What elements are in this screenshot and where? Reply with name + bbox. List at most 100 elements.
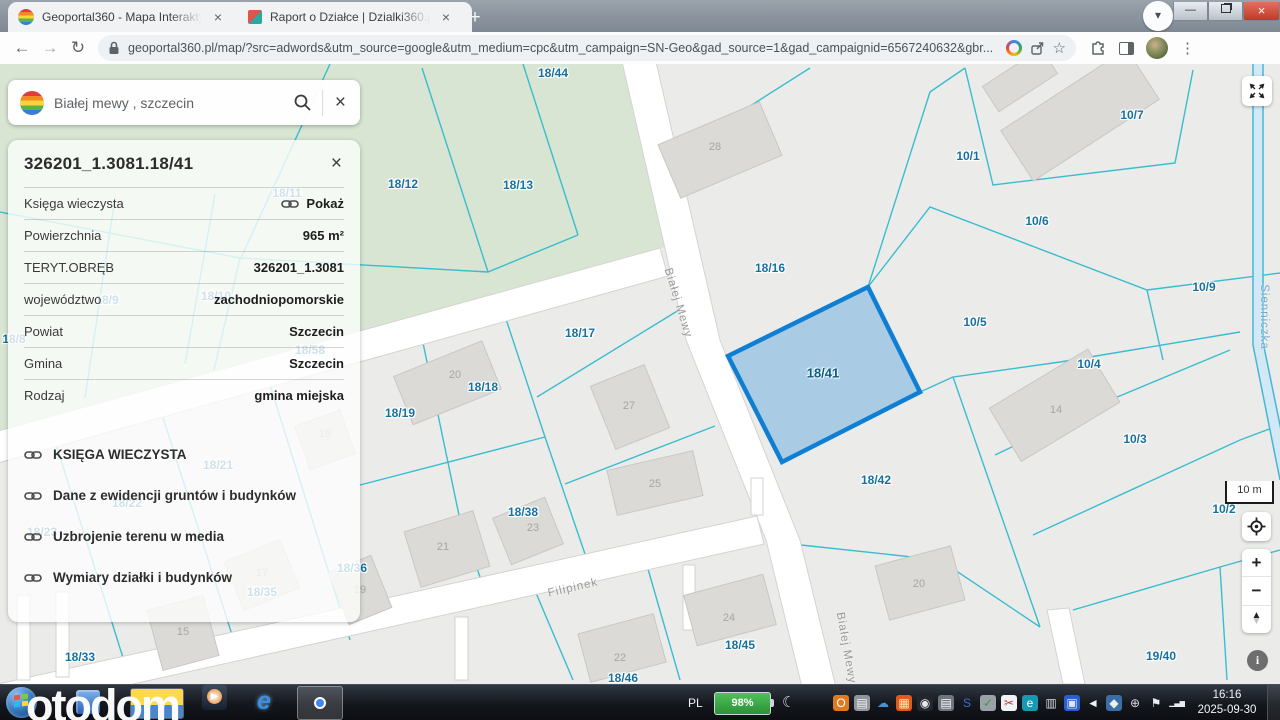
windows-taskbar: e otodom PL 98% ☾ O ▤ ☁ ▦ ◉ ▤ S ✓ ✂ e ▥ ▣ ◄ ◆ ⊕ ⚑ ▁▃▅ 16… bbox=[0, 680, 1280, 720]
row-value-text: zachodniopomorskie bbox=[213, 292, 344, 307]
skype-tray-icon[interactable]: S bbox=[959, 695, 975, 711]
panel-link[interactable]: Uzbrojenie terenu w media bbox=[24, 529, 344, 544]
link-icon bbox=[24, 532, 42, 541]
tab-close-icon[interactable]: × bbox=[210, 9, 226, 25]
tab-raport[interactable]: Raport o Działce | Dzialki360.pl × bbox=[238, 2, 472, 32]
tilt-toggle-button[interactable]: ▲ ▼ bbox=[1242, 604, 1271, 633]
tab-title: Geoportal360 - Mapa Interaktyw bbox=[42, 10, 202, 24]
info-row: województwo zachodniopomorskie bbox=[24, 283, 344, 315]
forward-button[interactable]: → bbox=[36, 38, 64, 58]
profile-avatar[interactable] bbox=[1146, 37, 1168, 59]
back-button[interactable]: ← bbox=[8, 38, 36, 58]
clipboard-tray-icon[interactable]: ▥ bbox=[1043, 695, 1059, 711]
google-icon[interactable] bbox=[1005, 40, 1022, 56]
share-icon[interactable] bbox=[1030, 41, 1045, 56]
security-shield-icon[interactable]: ◆ bbox=[1106, 695, 1122, 711]
show-desktop-button[interactable] bbox=[1267, 685, 1280, 720]
extensions-puzzle-icon[interactable] bbox=[1090, 40, 1107, 57]
tab-geoportal[interactable]: Geoportal360 - Mapa Interaktyw × bbox=[8, 2, 252, 32]
bookmark-star-icon[interactable]: ☆ bbox=[1053, 39, 1066, 57]
panel-link[interactable]: Wymiary działki i budynków bbox=[24, 570, 344, 585]
parcel-id-title: 326201_1.3081.18/41 bbox=[24, 153, 194, 173]
internet-explorer-icon[interactable]: e bbox=[257, 687, 271, 716]
search-query-text[interactable]: Białej mewy , szczecin bbox=[54, 95, 283, 111]
address-bar[interactable]: geoportal360.pl/map/?src=adwords&utm_sou… bbox=[98, 35, 1076, 61]
info-row: Gmina Szczecin bbox=[24, 347, 344, 379]
usb-eject-tray-icon[interactable]: ✓ bbox=[980, 695, 996, 711]
media-player-icon[interactable] bbox=[202, 685, 227, 710]
restore-button[interactable] bbox=[1208, 2, 1243, 21]
parcel-info-panel: 326201_1.3081.18/41 × Księga wieczysta P… bbox=[8, 140, 360, 622]
row-value[interactable]: 326201_1.3081 bbox=[254, 260, 344, 275]
panel-link[interactable]: Dane z ewidencji gruntów i budynków bbox=[24, 488, 344, 503]
row-value[interactable]: 965 m² bbox=[303, 228, 344, 243]
new-tab-button[interactable]: + bbox=[462, 5, 488, 31]
clock-time: 16:16 bbox=[1212, 689, 1242, 701]
menu-kebab-icon[interactable]: ⋮ bbox=[1180, 39, 1195, 57]
row-label: Powierzchnia bbox=[24, 228, 102, 243]
panel-link[interactable]: KSIĘGA WIECZYSTA bbox=[24, 447, 344, 462]
mail-alert-tray-icon[interactable]: O bbox=[833, 695, 849, 711]
panel-link-label: Uzbrojenie terenu w media bbox=[53, 529, 225, 544]
panel-link-label: KSIĘGA WIECZYSTA bbox=[53, 447, 187, 462]
side-panel-icon[interactable] bbox=[1119, 41, 1134, 55]
print-queue-tray-icon[interactable]: ▤ bbox=[938, 695, 954, 711]
row-label: Rodzaj bbox=[24, 388, 65, 403]
e-app-tray-icon[interactable]: e bbox=[1022, 695, 1038, 711]
row-label: Gmina bbox=[24, 356, 63, 371]
link-icon bbox=[24, 491, 42, 500]
action-center-flag-icon[interactable]: ⚑ bbox=[1148, 695, 1164, 711]
geoportal-favicon bbox=[18, 9, 34, 25]
snipping-tray-icon[interactable]: ✂ bbox=[1001, 695, 1017, 711]
map-info-button[interactable]: i bbox=[1247, 650, 1268, 671]
link-icon bbox=[24, 573, 42, 582]
chrome-taskbar-button-active[interactable] bbox=[297, 686, 343, 720]
network-globe-icon[interactable]: ⊕ bbox=[1127, 695, 1143, 711]
language-indicator[interactable]: PL bbox=[688, 685, 703, 720]
fullscreen-icon bbox=[1249, 83, 1265, 99]
clock-date: 2025-09-30 bbox=[1197, 704, 1257, 716]
printer-tray-icon[interactable]: ▤ bbox=[854, 695, 870, 711]
cloud-error-tray-icon[interactable]: ☁ bbox=[875, 695, 891, 711]
panel-link-label: Dane z ewidencji gruntów i budynków bbox=[53, 488, 297, 503]
row-value[interactable]: Szczecin bbox=[289, 356, 344, 371]
window-controls: — × bbox=[1173, 2, 1280, 21]
url-text: geoportal360.pl/map/?src=adwords&utm_sou… bbox=[128, 41, 994, 55]
blue-app-tray-icon[interactable]: ▣ bbox=[1064, 695, 1080, 711]
row-label: województwo bbox=[24, 292, 102, 307]
row-value[interactable]: zachodniopomorskie bbox=[214, 292, 344, 307]
start-flag-icon bbox=[14, 694, 20, 701]
row-value-text: Pokaż bbox=[306, 196, 344, 211]
restore-icon bbox=[1220, 4, 1231, 13]
close-window-button[interactable]: × bbox=[1243, 2, 1280, 21]
info-row: Powierzchnia 965 m² bbox=[24, 219, 344, 251]
browser-toolbar: ← → ↻ geoportal360.pl/map/?src=adwords&u… bbox=[0, 32, 1280, 65]
otodom-watermark: otodom bbox=[26, 680, 181, 720]
row-value-text: Szczecin bbox=[289, 356, 344, 371]
fullscreen-button[interactable] bbox=[1242, 76, 1272, 106]
close-panel-icon[interactable]: × bbox=[329, 153, 344, 175]
battery-indicator[interactable]: 98% bbox=[714, 692, 774, 715]
search-icon[interactable] bbox=[293, 93, 312, 112]
reload-button[interactable]: ↻ bbox=[64, 38, 92, 58]
tab-search-button[interactable]: ▾ bbox=[1143, 1, 1173, 31]
row-value[interactable]: Pokaż bbox=[281, 196, 344, 211]
map-search-box[interactable]: Białej mewy , szczecin × bbox=[8, 80, 360, 125]
clear-search-icon[interactable]: × bbox=[333, 92, 348, 114]
signal-bars-icon[interactable]: ▁▃▅ bbox=[1169, 695, 1185, 711]
info-row: TERYT.OBRĘB 326201_1.3081 bbox=[24, 251, 344, 283]
row-label: TERYT.OBRĘB bbox=[24, 260, 115, 275]
panel-link-label: Wymiary działki i budynków bbox=[53, 570, 233, 585]
row-value[interactable]: gmina miejska bbox=[254, 388, 344, 403]
row-value[interactable]: Szczecin bbox=[289, 324, 344, 339]
minimize-button[interactable]: — bbox=[1173, 2, 1208, 21]
cleaner-tray-icon[interactable]: ▦ bbox=[896, 695, 912, 711]
tab-close-icon[interactable]: × bbox=[438, 9, 454, 25]
zoom-in-button[interactable]: + bbox=[1242, 549, 1271, 576]
recorder-tray-icon[interactable]: ◉ bbox=[917, 695, 933, 711]
zoom-out-button[interactable]: − bbox=[1242, 576, 1271, 604]
divider bbox=[321, 89, 323, 116]
locate-me-button[interactable] bbox=[1242, 512, 1271, 541]
volume-icon[interactable]: ◄ bbox=[1085, 695, 1101, 711]
taskbar-clock[interactable]: 16:16 2025-09-30 bbox=[1192, 688, 1262, 718]
